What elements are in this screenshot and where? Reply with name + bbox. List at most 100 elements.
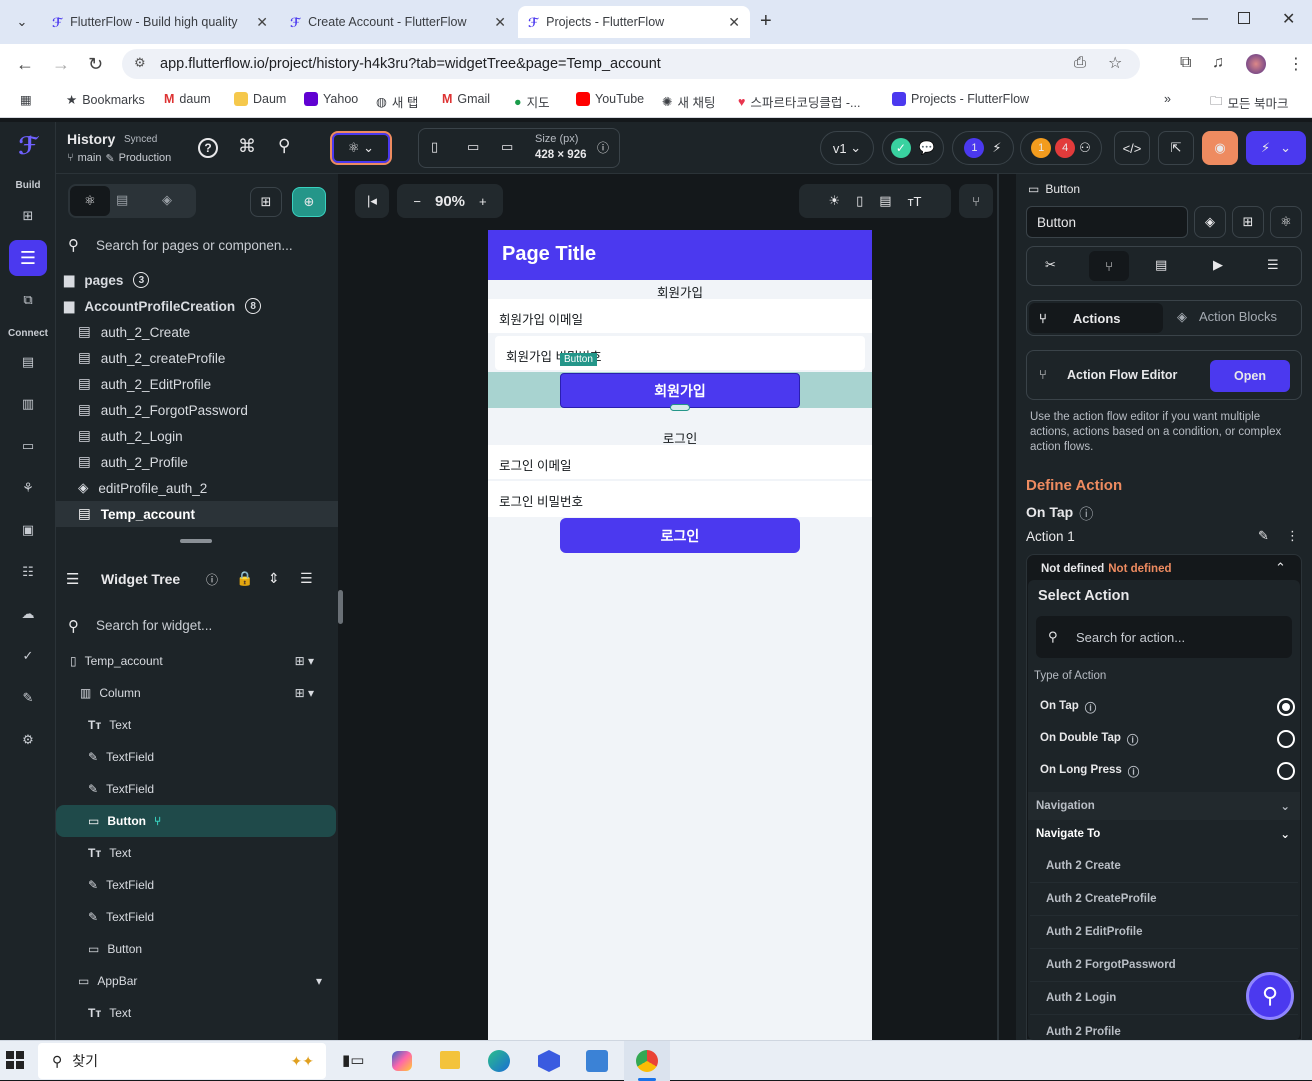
type-on-long-press[interactable]: On Long Press ⓘ (1040, 764, 1139, 780)
page-item[interactable]: ▤ auth_2_Profile (56, 449, 338, 475)
tree-node-column[interactable]: ▥ Column ⊞ ▾ (56, 677, 336, 709)
add-child-icon[interactable]: ⊞ ▾ (295, 686, 314, 700)
issues-group[interactable]: 1 ⚡ (952, 131, 1014, 165)
action-search-input[interactable]: ⚲ Search for action... (1036, 616, 1292, 658)
bookmark-maps[interactable]: ● 지도 (514, 92, 550, 111)
tab-flutterflow-build[interactable]: ℱ FlutterFlow - Build high quality ✕ (42, 6, 278, 38)
bookmark-bookmarks[interactable]: ★ Bookmarks (66, 92, 145, 108)
light-mode-icon[interactable]: ☀ (828, 193, 840, 209)
help-search-fab[interactable]: ⚲ (1246, 972, 1294, 1020)
command-icon[interactable]: ⌘ (238, 136, 256, 157)
docs-tab-icon[interactable]: ☰ (1267, 257, 1279, 273)
widget-tree-icon[interactable]: ☰ (9, 240, 47, 276)
edge-icon[interactable] (488, 1050, 510, 1072)
page-item[interactable]: ▤ auth_2_createProfile (56, 345, 338, 371)
tree-node-text[interactable]: Tт Text (56, 997, 336, 1029)
components-tab-icon[interactable]: ▤ (116, 192, 128, 208)
window-close-button[interactable]: ✕ (1282, 9, 1295, 29)
page-item-selected[interactable]: ▤ Temp_account (56, 501, 338, 527)
login-email-field[interactable]: 로그인 이메일 (488, 445, 872, 479)
database-icon[interactable]: ▤ (14, 348, 42, 376)
version-select[interactable]: v1 ⌄ (820, 131, 874, 165)
chevron-down-icon[interactable]: ▾ (316, 974, 322, 988)
zoom-in-icon[interactable]: + (479, 194, 487, 209)
app-state-icon[interactable]: ▥ (14, 390, 42, 418)
pages-tab-icon[interactable]: ⚛ (70, 186, 110, 216)
widget-name-input[interactable]: Button (1026, 206, 1188, 238)
type-on-tap[interactable]: On Tap ⓘ (1040, 700, 1096, 716)
chevron-up-icon[interactable]: ⌃ (1275, 560, 1286, 576)
tree-view-icon[interactable]: ⑂ (959, 184, 993, 218)
radio-on-tap-selected[interactable] (1277, 698, 1295, 716)
signup-password-field[interactable]: 회원가입 비밀번호 (495, 336, 865, 370)
warnings-group[interactable]: 1 4 ⚇ (1020, 131, 1102, 165)
branch-info[interactable]: ⑂ main ✎ Production (67, 152, 171, 165)
lock-icon[interactable]: 🔒 (236, 570, 253, 587)
bing-icon[interactable] (538, 1050, 560, 1072)
run-button[interactable]: ⚡ ⌄ (1246, 131, 1306, 165)
bookmark-youtube[interactable]: YouTube (576, 92, 644, 106)
minimize-button[interactable]: — (1192, 10, 1208, 28)
site-info-icon[interactable]: ⚙ (134, 55, 146, 71)
resize-handle[interactable] (180, 539, 212, 543)
all-bookmarks-folder[interactable]: 🗀 모든 북마크 (1210, 92, 1289, 113)
ai-gen-button[interactable]: ⚛ ⌄ (330, 131, 392, 165)
reload-icon[interactable]: ↻ (88, 54, 103, 75)
tree-node-appbar[interactable]: ▭ AppBar ▾ (56, 965, 336, 997)
task-view-icon[interactable]: ▮▭ (342, 1051, 364, 1069)
preview-eye-icon[interactable]: ◉ (1202, 131, 1238, 165)
login-button[interactable]: 로그인 (560, 518, 800, 553)
diamond-icon[interactable]: ◈ (1194, 206, 1226, 238)
maximize-button[interactable] (1238, 12, 1250, 24)
close-icon[interactable]: ✕ (728, 14, 740, 31)
info-icon[interactable]: ⓘ (597, 139, 609, 156)
api-icon[interactable]: ▭ (14, 432, 42, 460)
panel-scrollbar[interactable] (338, 590, 343, 624)
filter-icon[interactable]: ☰ (300, 570, 313, 587)
status-group[interactable]: ✓ 💬 (882, 131, 944, 165)
tab-projects[interactable]: ℱ Projects - FlutterFlow ✕ (518, 6, 750, 38)
size-value[interactable]: 428 × 926 (535, 149, 586, 161)
radio-on-long-press[interactable] (1277, 762, 1295, 780)
bookmark-gmail[interactable]: M Gmail (442, 92, 490, 106)
storyboard-icon[interactable]: ⧉ (14, 286, 42, 314)
library-tab-icon[interactable]: ◈ (162, 192, 172, 208)
code-icon[interactable]: </> (1114, 131, 1150, 165)
bookmark-daum[interactable]: Daum (234, 92, 286, 106)
bookmark-new-chat[interactable]: ✺ 새 채팅 (662, 92, 715, 111)
action-blocks-tab[interactable]: ◈ Action Blocks (1177, 309, 1277, 325)
info-icon[interactable]: ⓘ (1079, 504, 1093, 524)
pages-folder[interactable]: ▆ pages 3 (56, 267, 338, 293)
close-icon[interactable]: ✕ (256, 14, 268, 31)
desktop-icon[interactable]: ▭ (501, 139, 513, 155)
radio-on-double-tap[interactable] (1277, 730, 1295, 748)
resize-handle[interactable] (670, 404, 690, 411)
flutterflow-logo-icon[interactable]: ℱ (14, 132, 42, 160)
ai-icon[interactable]: ⚛ (1270, 206, 1302, 238)
expand-collapse-icon[interactable]: ⇕ (268, 570, 280, 587)
page-item[interactable]: ▤ auth_2_EditProfile (56, 371, 338, 397)
page-item[interactable]: ▤ auth_2_Login (56, 423, 338, 449)
media-assets-icon[interactable]: ▣ (14, 516, 42, 544)
tree-node-textfield[interactable]: ✎ TextField (56, 869, 336, 901)
action-status[interactable]: Not defined Not defined (1041, 563, 1172, 575)
cloud-icon[interactable]: ☁ (14, 600, 42, 628)
tree-node-text[interactable]: Tт Text (56, 709, 336, 741)
login-password-field[interactable]: 로그인 비밀번호 (488, 481, 872, 517)
forward-icon[interactable]: → (52, 54, 70, 75)
windows-start-icon[interactable] (6, 1051, 24, 1069)
tab-search-icon[interactable]: ⌄ (12, 12, 32, 32)
tree-node-button[interactable]: ▭ Button (56, 933, 336, 965)
taskbar-search[interactable]: ⚲ 찾기 ✦✦ (38, 1043, 326, 1079)
add-page-icon[interactable]: ⊕ (292, 187, 326, 217)
nav-target-item[interactable]: Auth 2 Create (1030, 850, 1298, 883)
collapse-panel-icon[interactable]: |◂ (355, 184, 389, 218)
tree-node-textfield[interactable]: ✎ TextField (56, 901, 336, 933)
menu-icon[interactable]: ⋮ (1288, 54, 1304, 74)
theme-icon[interactable]: ☷ (14, 558, 42, 586)
add-folder-icon[interactable]: ⊞ (250, 187, 282, 217)
tree-node-textfield[interactable]: ✎ TextField (56, 773, 336, 805)
bookmark-sparta[interactable]: ♥ 스파르타코딩클럽 -... (738, 92, 860, 111)
tree-node-button-selected[interactable]: ▭ Button ⑂ (56, 805, 336, 837)
zoom-out-icon[interactable]: − (413, 194, 421, 209)
